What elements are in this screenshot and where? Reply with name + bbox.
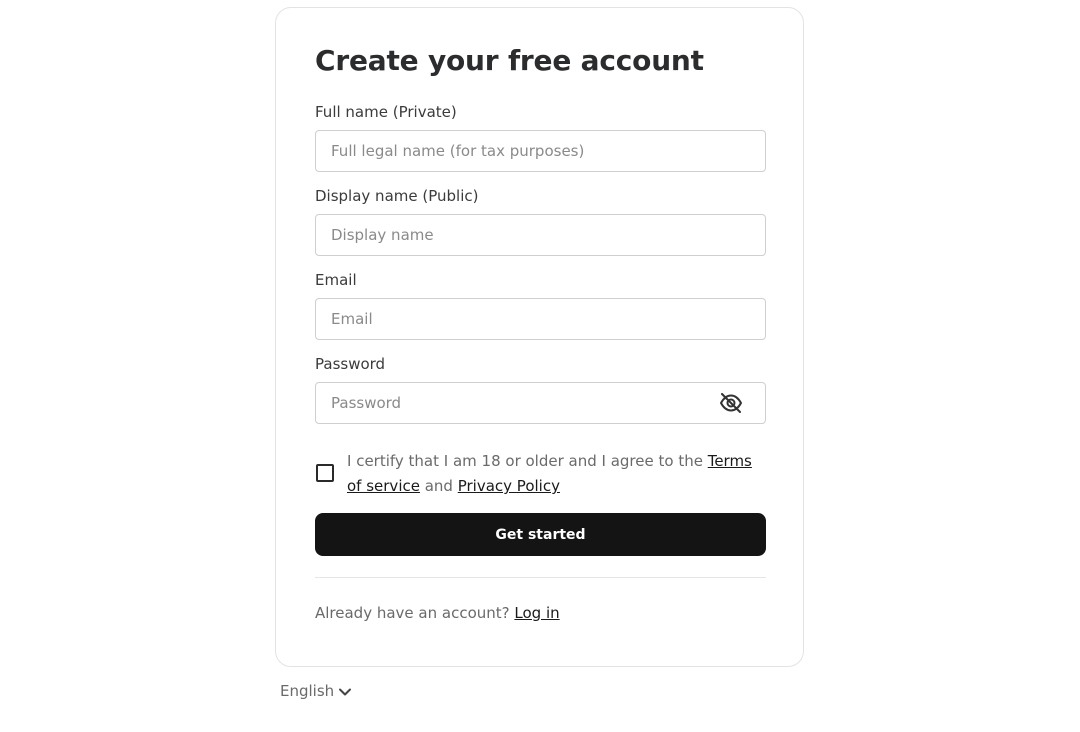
full-name-label: Full name (Private) <box>315 103 457 121</box>
email-field <box>315 298 766 340</box>
divider <box>315 577 766 578</box>
password-field <box>315 382 766 424</box>
privacy-policy-link[interactable]: Privacy Policy <box>458 477 560 495</box>
consent-and: and <box>419 477 458 495</box>
display-name-label: Display name (Public) <box>315 187 479 205</box>
login-prompt-text: Already have an account? <box>315 604 515 622</box>
password-label: Password <box>315 355 386 373</box>
log-in-link[interactable]: Log in <box>514 604 559 622</box>
password-input[interactable] <box>316 383 765 423</box>
display-name-field <box>315 214 766 256</box>
page-title: Create your free account <box>315 44 704 77</box>
login-prompt: Already have an account? Log in <box>315 604 560 622</box>
eye-slash-icon[interactable] <box>719 393 743 413</box>
full-name-input[interactable] <box>316 131 765 171</box>
chevron-down-icon <box>339 688 352 695</box>
full-name-field <box>315 130 766 172</box>
language-label: English <box>280 682 335 700</box>
language-selector[interactable]: English <box>280 682 352 700</box>
age-terms-checkbox[interactable] <box>316 464 334 482</box>
email-input[interactable] <box>316 299 765 339</box>
email-label: Email <box>315 271 357 289</box>
display-name-input[interactable] <box>316 215 765 255</box>
consent-text: I certify that I am 18 or older and I ag… <box>347 449 757 499</box>
get-started-button[interactable]: Get started <box>315 513 766 556</box>
consent-prefix: I certify that I am 18 or older and I ag… <box>347 452 708 470</box>
